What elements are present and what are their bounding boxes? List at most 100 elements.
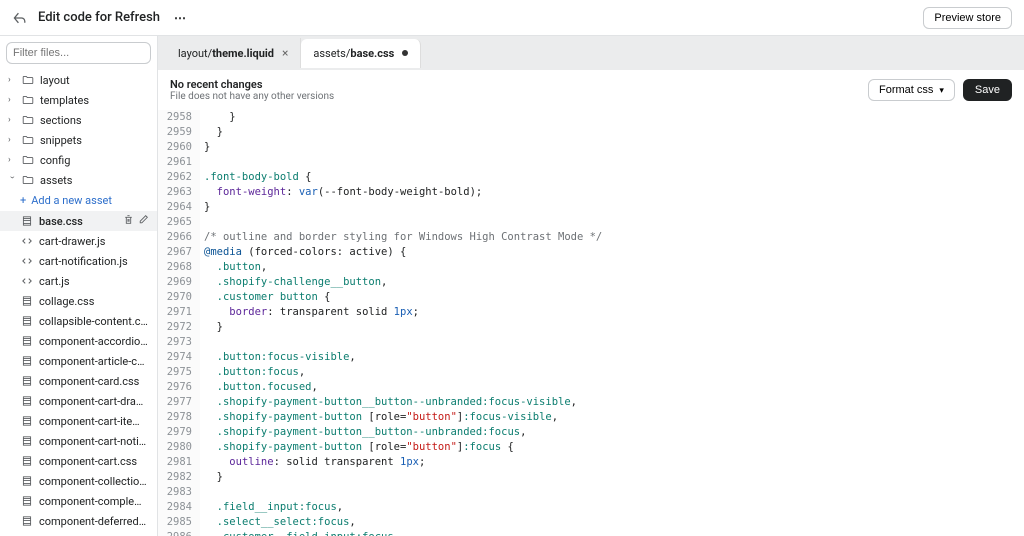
file-item[interactable]: component-cart-drawer.css [0, 391, 157, 411]
folder-sections[interactable]: ›sections [0, 110, 157, 130]
filter-files-input[interactable] [6, 42, 151, 64]
css-file-icon [20, 414, 34, 428]
chevron-down-icon: › [7, 176, 17, 184]
file-item[interactable]: collapsible-content.css [0, 311, 157, 331]
plus-icon: + [20, 194, 26, 207]
code-line[interactable]: 2966/* outline and border styling for Wi… [158, 230, 1024, 245]
folder-assets[interactable]: ›assets [0, 170, 157, 190]
code-line[interactable]: 2971 border: transparent solid 1px; [158, 305, 1024, 320]
file-item[interactable]: component-accordion.css [0, 331, 157, 351]
css-file-icon [20, 514, 34, 528]
file-item[interactable]: cart-notification.js [0, 251, 157, 271]
tab[interactable]: layout/theme.liquid× [166, 38, 301, 68]
more-icon[interactable]: ⋯ [170, 11, 191, 25]
chevron-right-icon: › [8, 135, 16, 145]
preview-store-button[interactable]: Preview store [923, 7, 1012, 29]
code-line[interactable]: 2960} [158, 140, 1024, 155]
css-file-icon [20, 314, 34, 328]
code-line[interactable]: 2983 [158, 485, 1024, 500]
code-line[interactable]: 2969 .shopify-challenge__button, [158, 275, 1024, 290]
css-file-icon [20, 354, 34, 368]
code-line[interactable]: 2963 font-weight: var(--font-body-weight… [158, 185, 1024, 200]
code-line[interactable]: 2974 .button:focus-visible, [158, 350, 1024, 365]
folder-layout[interactable]: ›layout [0, 70, 157, 90]
chevron-right-icon: › [8, 155, 16, 165]
code-line[interactable]: 2970 .customer button { [158, 290, 1024, 305]
chevron-right-icon: › [8, 75, 16, 85]
file-item[interactable]: component-cart-notification.css [0, 431, 157, 451]
code-line[interactable]: 2979 .shopify-payment-button__button--un… [158, 425, 1024, 440]
code-line[interactable]: 2961 [158, 155, 1024, 170]
recent-changes: No recent changes File does not have any… [170, 78, 334, 102]
css-file-icon [20, 374, 34, 388]
code-line[interactable]: 2982 } [158, 470, 1024, 485]
file-item[interactable]: component-deferred-media.css [0, 511, 157, 531]
file-item[interactable]: component-collection-hero.css [0, 471, 157, 491]
file-item[interactable]: cart.js [0, 271, 157, 291]
code-line[interactable]: 2980 .shopify-payment-button [role="butt… [158, 440, 1024, 455]
folder-icon [21, 73, 35, 87]
delete-icon[interactable] [123, 214, 134, 228]
page-title: Edit code for Refresh [38, 10, 160, 25]
css-file-icon [20, 334, 34, 348]
file-item[interactable]: cart-drawer.js [0, 231, 157, 251]
edit-icon[interactable] [138, 214, 149, 228]
code-line[interactable]: 2967@media (forced-colors: active) { [158, 245, 1024, 260]
code-line[interactable]: 2985 .select__select:focus, [158, 515, 1024, 530]
js-file-icon [20, 274, 34, 288]
chevron-right-icon: › [8, 115, 16, 125]
sidebar: ›layout›templates›sections›snippets›conf… [0, 36, 158, 536]
chevron-down-icon: ▾ [939, 85, 944, 96]
js-file-icon [20, 234, 34, 248]
css-file-icon [20, 454, 34, 468]
code-line[interactable]: 2964} [158, 200, 1024, 215]
tab[interactable]: assets/base.css [301, 39, 421, 68]
file-item[interactable]: component-cart-items.css [0, 411, 157, 431]
code-line[interactable]: 2973 [158, 335, 1024, 350]
editor-panel: layout/theme.liquid×assets/base.css No r… [158, 36, 1024, 536]
js-file-icon [20, 254, 34, 268]
code-line[interactable]: 2975 .button:focus, [158, 365, 1024, 380]
folder-templates[interactable]: ›templates [0, 90, 157, 110]
css-file-icon [20, 294, 34, 308]
code-line[interactable]: 2984 .field__input:focus, [158, 500, 1024, 515]
folder-snippets[interactable]: ›snippets [0, 130, 157, 150]
code-line[interactable]: 2986 .customer .field input:focus, [158, 530, 1024, 536]
format-css-button[interactable]: Format css ▾ [868, 79, 955, 101]
folder-icon [21, 93, 35, 107]
folder-config[interactable]: ›config [0, 150, 157, 170]
file-item[interactable]: collage.css [0, 291, 157, 311]
topbar: Edit code for Refresh ⋯ Preview store [0, 0, 1024, 36]
code-line[interactable]: 2976 .button.focused, [158, 380, 1024, 395]
code-editor[interactable]: Set display none style 2958 }2959 }2960}… [158, 110, 1024, 536]
code-line[interactable]: 2968 .button, [158, 260, 1024, 275]
file-item[interactable]: component-card.css [0, 371, 157, 391]
code-line[interactable]: 2978 .shopify-payment-button [role="butt… [158, 410, 1024, 425]
file-item[interactable]: component-cart.css [0, 451, 157, 471]
code-line[interactable]: 2958 } [158, 110, 1024, 125]
code-line[interactable]: 2962.font-body-bold { [158, 170, 1024, 185]
dirty-indicator-icon [402, 50, 408, 56]
code-line[interactable]: 2981 outline: solid transparent 1px; [158, 455, 1024, 470]
file-item[interactable]: base.css [0, 211, 157, 231]
add-asset-button[interactable]: +Add a new asset [0, 190, 157, 211]
css-file-icon [20, 214, 34, 228]
close-icon[interactable]: × [282, 46, 288, 60]
css-file-icon [20, 434, 34, 448]
save-button[interactable]: Save [963, 79, 1012, 101]
chevron-right-icon: › [8, 95, 16, 105]
file-item[interactable]: component-complementary-prod... [0, 491, 157, 511]
folder-icon [21, 113, 35, 127]
code-line[interactable]: 2972 } [158, 320, 1024, 335]
file-item[interactable]: component-discounts.css [0, 531, 157, 536]
code-line[interactable]: 2977 .shopify-payment-button__button--un… [158, 395, 1024, 410]
folder-icon [21, 133, 35, 147]
back-icon[interactable] [12, 10, 28, 26]
code-line[interactable]: 2965 [158, 215, 1024, 230]
css-file-icon [20, 494, 34, 508]
css-file-icon [20, 394, 34, 408]
css-file-icon [20, 474, 34, 488]
tabs: layout/theme.liquid×assets/base.css [158, 36, 1024, 70]
code-line[interactable]: 2959 } [158, 125, 1024, 140]
file-item[interactable]: component-article-card.css [0, 351, 157, 371]
